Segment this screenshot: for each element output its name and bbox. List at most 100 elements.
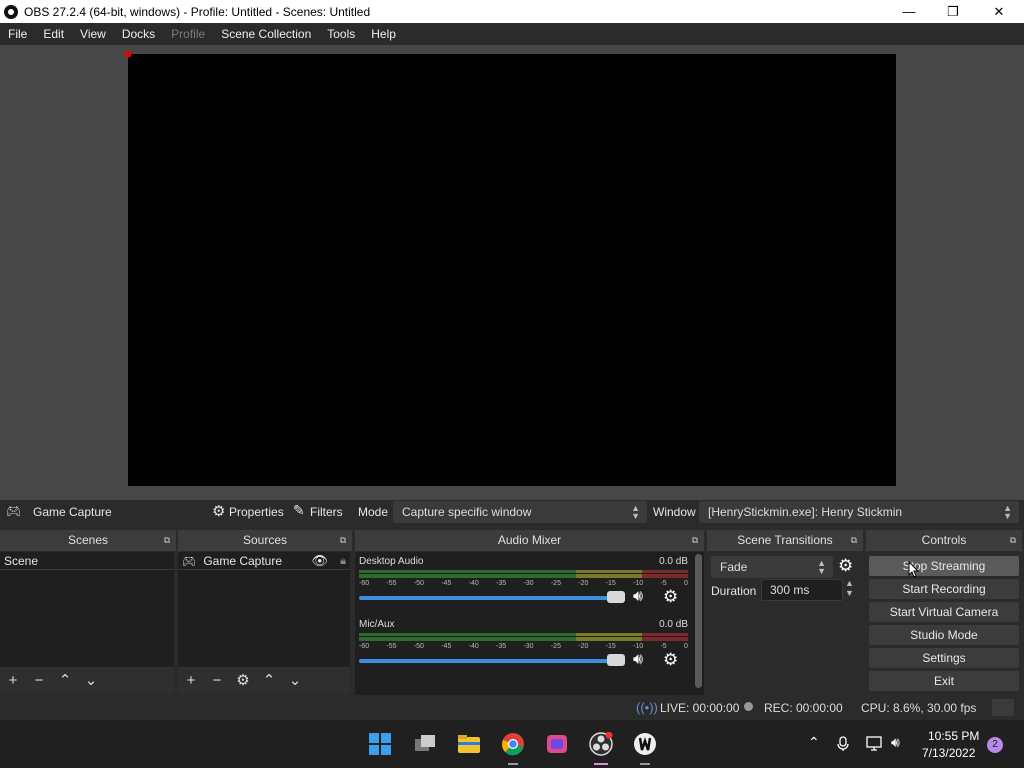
- gear-icon[interactable]: ⚙: [838, 556, 853, 576]
- tick-label: -25: [550, 580, 561, 587]
- title-bar: OBS 27.2.4 (64-bit, windows) - Profile: …: [0, 0, 1024, 23]
- menu-help[interactable]: Help: [363, 27, 404, 41]
- file-explorer-icon[interactable]: [457, 732, 481, 756]
- gear-icon[interactable]: ⚙: [212, 502, 225, 520]
- menu-file[interactable]: File: [0, 27, 35, 41]
- status-bar: ((•)) LIVE: 00:00:00 REC: 00:00:00 CPU: …: [0, 697, 1024, 719]
- clock-time[interactable]: 10:55 PM: [928, 729, 979, 743]
- clock-date[interactable]: 7/13/2022: [922, 746, 975, 760]
- properties-button[interactable]: Properties: [229, 505, 284, 519]
- scene-item[interactable]: Scene: [0, 552, 174, 570]
- tick-label: -20: [578, 580, 589, 587]
- controls-title: Controls: [921, 533, 967, 547]
- add-icon[interactable]: +: [0, 672, 26, 689]
- start-virtual-camera-button[interactable]: Start Virtual Camera: [869, 602, 1019, 622]
- sources-header: Sources ⧉: [178, 530, 352, 551]
- volume-icon[interactable]: 🔊︎: [891, 734, 900, 751]
- undock-icon[interactable]: ⧉: [164, 530, 170, 551]
- notification-badge[interactable]: 2: [987, 737, 1003, 753]
- mode-select[interactable]: Capture specific window ▲ ▼: [393, 501, 647, 523]
- settings-button[interactable]: Settings: [869, 648, 1019, 668]
- mouse-cursor-icon: [908, 561, 920, 578]
- start-recording-button[interactable]: Start Recording: [869, 579, 1019, 599]
- menu-edit[interactable]: Edit: [35, 27, 72, 41]
- source-handle[interactable]: [125, 51, 131, 57]
- app-active-indicator: [594, 763, 608, 765]
- volume-slider-handle[interactable]: [607, 654, 625, 666]
- move-down-icon[interactable]: ⌄: [78, 671, 104, 689]
- live-time: LIVE: 00:00:00: [660, 701, 740, 715]
- volume-slider[interactable]: [359, 596, 615, 600]
- duration-label: Duration: [711, 584, 757, 598]
- tick-label: -35: [496, 580, 507, 587]
- add-icon[interactable]: +: [178, 672, 204, 689]
- filters-button[interactable]: Filters: [310, 505, 343, 519]
- window-label: Window: [653, 505, 696, 519]
- remove-icon[interactable]: −: [204, 672, 230, 689]
- spinner-icon[interactable]: ▲ ▼: [845, 578, 854, 598]
- app-icon[interactable]: [545, 732, 569, 756]
- studio-mode-button[interactable]: Studio Mode: [869, 625, 1019, 645]
- record-dot-icon: [744, 702, 753, 711]
- menu-profile[interactable]: Profile: [163, 27, 213, 41]
- menu-docks[interactable]: Docks: [114, 27, 163, 41]
- task-view-icon[interactable]: [413, 732, 437, 756]
- exit-button[interactable]: Exit: [869, 671, 1019, 691]
- obs-taskbar-icon[interactable]: [589, 732, 613, 756]
- volume-meter: [359, 633, 688, 641]
- visibility-eye-icon[interactable]: 👁: [311, 552, 328, 570]
- mixer-scrollbar[interactable]: [695, 554, 702, 688]
- maximize-button[interactable]: ❐: [930, 0, 976, 23]
- tick-label: -45: [441, 643, 452, 650]
- volume-meter: [359, 570, 688, 578]
- tick-label: -40: [468, 643, 479, 650]
- window-select[interactable]: [HenryStickmin.exe]: Henry Stickmin ▲ ▼: [699, 501, 1019, 523]
- gear-icon[interactable]: ⚙: [663, 650, 678, 670]
- duration-input[interactable]: 300 ms: [761, 579, 843, 601]
- mixer-header: Audio Mixer ⧉: [355, 530, 704, 551]
- minimize-button[interactable]: —: [886, 0, 932, 23]
- speaker-icon[interactable]: 🔊︎: [633, 588, 643, 606]
- tick-label: -30: [523, 643, 534, 650]
- undock-icon[interactable]: ⧉: [1010, 530, 1016, 551]
- preview-canvas[interactable]: [125, 51, 896, 486]
- tick-label: -25: [550, 643, 561, 650]
- remove-icon[interactable]: −: [26, 672, 52, 689]
- volume-slider[interactable]: [359, 659, 615, 663]
- gear-icon[interactable]: ⚙: [663, 587, 678, 607]
- mixer-channel-desktop: Desktop Audio 0.0 dB -60 -55 -50 -45 -40 -35 -…: [359, 556, 694, 616]
- channel-db: 0.0 dB: [659, 556, 688, 567]
- volume-slider-handle[interactable]: [607, 591, 625, 603]
- stop-streaming-button[interactable]: Stop Streaming: [869, 556, 1019, 576]
- filters-icon[interactable]: ✎: [293, 502, 305, 519]
- lock-icon[interactable]: 🔒︎: [340, 552, 346, 570]
- scenes-title: Scenes: [67, 533, 109, 547]
- menu-scene-collection[interactable]: Scene Collection: [213, 27, 319, 41]
- windows-start-icon[interactable]: [368, 732, 392, 756]
- menu-tools[interactable]: Tools: [319, 27, 363, 41]
- undock-icon[interactable]: ⧉: [692, 530, 698, 551]
- transitions-header: Scene Transitions ⧉: [707, 530, 863, 551]
- network-icon[interactable]: [866, 736, 884, 752]
- duration-value: 300 ms: [770, 583, 810, 597]
- undock-icon[interactable]: ⧉: [340, 530, 346, 551]
- gear-icon[interactable]: ⚙: [230, 671, 256, 689]
- move-up-icon[interactable]: ⌃: [52, 671, 78, 689]
- menu-view[interactable]: View: [72, 27, 114, 41]
- move-down-icon[interactable]: ⌄: [282, 671, 308, 689]
- chrome-icon[interactable]: [501, 732, 525, 756]
- tick-label: -20: [578, 643, 589, 650]
- connection-indicator: [992, 699, 1014, 716]
- speaker-icon[interactable]: 🔊︎: [633, 651, 643, 669]
- microphone-icon[interactable]: [836, 736, 850, 752]
- move-up-icon[interactable]: ⌃: [256, 671, 282, 689]
- live-broadcast-icon: ((•)): [636, 700, 658, 715]
- close-button[interactable]: ✕: [976, 0, 1022, 23]
- stickman-app-icon[interactable]: [633, 732, 657, 756]
- gamepad-icon: 🎮︎: [6, 504, 22, 518]
- source-item[interactable]: 🎮︎ Game Capture 👁 🔒︎: [178, 552, 350, 570]
- chevron-up-icon[interactable]: ⌃: [808, 734, 820, 751]
- transition-select[interactable]: Fade ▲ ▼: [711, 556, 833, 578]
- preview-area: [0, 45, 1024, 500]
- undock-icon[interactable]: ⧉: [851, 530, 857, 551]
